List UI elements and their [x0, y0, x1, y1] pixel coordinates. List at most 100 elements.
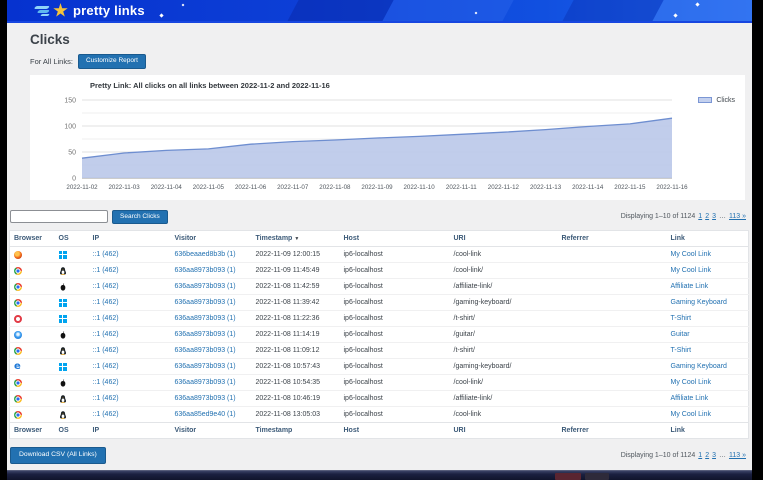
- browser-cell: [10, 263, 55, 279]
- column-header-host[interactable]: Host: [340, 423, 450, 439]
- top-banner: pretty links: [7, 0, 752, 23]
- table-footer-header: BrowserOSIPVisitorTimestampHostURIReferr…: [10, 423, 749, 439]
- visitor-cell: 636beaaed8b3b (1): [171, 247, 252, 263]
- for-all-links-label: For All Links:: [30, 57, 73, 66]
- search-input[interactable]: [10, 210, 108, 223]
- visitor-cell: 636aa85ed9e40 (1): [171, 407, 252, 423]
- browser-cell: [10, 327, 55, 343]
- pretty-link[interactable]: Affiliate Link: [671, 283, 709, 290]
- page-link[interactable]: 3: [712, 452, 716, 459]
- table-row: ::1 (462) 636beaaed8b3b (1) 2022-11-09 1…: [10, 247, 749, 263]
- ip-link[interactable]: ::1 (462): [93, 283, 119, 290]
- page-link[interactable]: 2: [705, 452, 709, 459]
- column-header-browser[interactable]: Browser: [10, 231, 55, 247]
- visitor-link[interactable]: 636aa8973b093 (1): [175, 347, 236, 354]
- banner-stripe: [283, 0, 397, 23]
- ip-link[interactable]: ::1 (462): [93, 251, 119, 258]
- download-csv-button[interactable]: Download CSV (All Links): [10, 447, 106, 464]
- column-header-uri[interactable]: URI: [450, 423, 558, 439]
- pretty-link[interactable]: T-Shirt: [671, 315, 692, 322]
- ip-link[interactable]: ::1 (462): [93, 347, 119, 354]
- timestamp-cell: 2022-11-08 11:42:59: [252, 279, 340, 295]
- svg-text:2022-11-03: 2022-11-03: [108, 184, 140, 191]
- chrome-icon: [14, 395, 22, 403]
- apple-icon: [59, 379, 67, 387]
- pretty-link[interactable]: My Cool Link: [671, 251, 711, 258]
- last-page-link[interactable]: 113 »: [729, 452, 746, 459]
- pagination-bottom: Displaying 1–10 of 1124123…113 »: [621, 452, 746, 459]
- page-link[interactable]: 3: [712, 213, 716, 220]
- search-clicks-button[interactable]: Search Clicks: [112, 210, 168, 225]
- column-header-referrer[interactable]: Referrer: [558, 423, 667, 439]
- column-header-link[interactable]: Link: [667, 423, 749, 439]
- visitor-link[interactable]: 636aa8973b093 (1): [175, 395, 236, 402]
- column-header-ip[interactable]: IP: [89, 423, 171, 439]
- column-header-ip[interactable]: IP: [89, 231, 171, 247]
- table-row: ::1 (462) 636aa8973b093 (1) 2022-11-08 1…: [10, 295, 749, 311]
- pretty-link[interactable]: My Cool Link: [671, 411, 711, 418]
- svg-text:100: 100: [64, 123, 76, 130]
- referrer-cell: [558, 279, 667, 295]
- pretty-link[interactable]: Guitar: [671, 331, 690, 338]
- ip-link[interactable]: ::1 (462): [93, 299, 119, 306]
- column-header-timestamp[interactable]: Timestamp▼: [252, 231, 340, 247]
- ip-link[interactable]: ::1 (462): [93, 363, 119, 370]
- visitor-link[interactable]: 636aa8973b093 (1): [175, 283, 236, 290]
- pretty-link[interactable]: Affiliate Link: [671, 395, 709, 402]
- timestamp-cell: 2022-11-08 10:54:35: [252, 375, 340, 391]
- visitor-link[interactable]: 636aa8973b093 (1): [175, 379, 236, 386]
- page-link[interactable]: 2: [705, 213, 709, 220]
- ip-link[interactable]: ::1 (462): [93, 315, 119, 322]
- pretty-link[interactable]: My Cool Link: [671, 267, 711, 274]
- ip-link[interactable]: ::1 (462): [93, 267, 119, 274]
- visitor-link[interactable]: 636beaaed8b3b (1): [175, 251, 236, 258]
- visitor-link[interactable]: 636aa8973b093 (1): [175, 363, 236, 370]
- ip-link[interactable]: ::1 (462): [93, 379, 119, 386]
- ip-link[interactable]: ::1 (462): [93, 395, 119, 402]
- pretty-link[interactable]: Gaming Keyboard: [671, 299, 727, 306]
- visitor-link[interactable]: 636aa8973b093 (1): [175, 331, 236, 338]
- page-title: Clicks: [30, 32, 752, 47]
- column-header-timestamp[interactable]: Timestamp: [252, 423, 340, 439]
- customize-report-button[interactable]: Customize Report: [78, 54, 146, 69]
- ip-link[interactable]: ::1 (462): [93, 411, 119, 418]
- column-header-os[interactable]: OS: [55, 423, 89, 439]
- pretty-link[interactable]: T-Shirt: [671, 347, 692, 354]
- table-row: ::1 (462) 636aa8973b093 (1) 2022-11-09 1…: [10, 263, 749, 279]
- column-header-visitor[interactable]: Visitor: [171, 423, 252, 439]
- column-header-link[interactable]: Link: [667, 231, 749, 247]
- column-header-os[interactable]: OS: [55, 231, 89, 247]
- table-row: ::1 (462) 636aa8973b093 (1) 2022-11-08 1…: [10, 311, 749, 327]
- edge-icon: e: [14, 363, 21, 371]
- pretty-link[interactable]: My Cool Link: [671, 379, 711, 386]
- table-row: ::1 (462) 636aa8973b093 (1) 2022-11-08 1…: [10, 391, 749, 407]
- os-cell: [55, 375, 89, 391]
- svg-text:50: 50: [68, 149, 76, 156]
- timestamp-cell: 2022-11-09 12:00:15: [252, 247, 340, 263]
- page-link[interactable]: 1: [698, 452, 702, 459]
- table-row: ::1 (462) 636aa8973b093 (1) 2022-11-08 1…: [10, 375, 749, 391]
- column-header-browser[interactable]: Browser: [10, 423, 55, 439]
- uri-cell: /t-shirt/: [450, 343, 558, 359]
- column-header-host[interactable]: Host: [340, 231, 450, 247]
- ip-link[interactable]: ::1 (462): [93, 331, 119, 338]
- browser-cell: [10, 247, 55, 263]
- column-header-referrer[interactable]: Referrer: [558, 231, 667, 247]
- visitor-link[interactable]: 636aa85ed9e40 (1): [175, 411, 236, 418]
- visitor-link[interactable]: 636aa8973b093 (1): [175, 299, 236, 306]
- referrer-cell: [558, 391, 667, 407]
- page-link[interactable]: 1: [698, 213, 702, 220]
- pagination-ellipsis: …: [719, 452, 726, 459]
- link-cell: Gaming Keyboard: [667, 295, 749, 311]
- column-header-visitor[interactable]: Visitor: [171, 231, 252, 247]
- visitor-link[interactable]: 636aa8973b093 (1): [175, 267, 236, 274]
- last-page-link[interactable]: 113 »: [729, 213, 746, 220]
- sparkle-icon: [159, 13, 163, 17]
- windows-icon: [59, 315, 67, 323]
- timestamp-cell: 2022-11-08 11:14:19: [252, 327, 340, 343]
- column-header-uri[interactable]: URI: [450, 231, 558, 247]
- visitor-link[interactable]: 636aa8973b093 (1): [175, 315, 236, 322]
- browser-cell: [10, 407, 55, 423]
- visitor-cell: 636aa8973b093 (1): [171, 375, 252, 391]
- pretty-link[interactable]: Gaming Keyboard: [671, 363, 727, 370]
